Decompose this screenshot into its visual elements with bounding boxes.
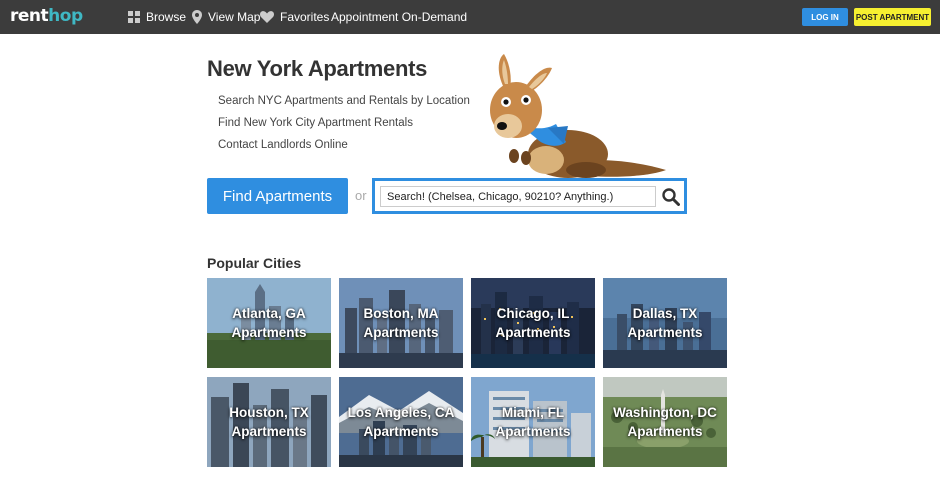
nav-view-map-label: View Map — [208, 10, 261, 24]
popular-cities-title: Popular Cities — [207, 255, 302, 271]
city-apartments-label: Apartments — [627, 325, 703, 340]
city-tile-label: Atlanta, GA Apartments — [207, 278, 331, 368]
city-apartments-label: Apartments — [231, 424, 307, 439]
kangaroo-mascot-illustration — [490, 54, 666, 178]
nav-browse-label: Browse — [146, 10, 187, 24]
city-tile-label: Houston, TX Apartments — [207, 377, 331, 467]
city-tile-label: Dallas, TX Apartments — [603, 278, 727, 368]
city-tile-dallas[interactable]: Dallas, TX Apartments — [603, 278, 727, 368]
city-name: Washington, DC — [613, 405, 717, 420]
city-name: Chicago, IL — [496, 306, 570, 321]
tagline-1: Search NYC Apartments and Rentals by Loc… — [218, 95, 470, 107]
nav-appointment-label: Appointment On-Demand — [331, 10, 468, 24]
city-name: Houston, TX — [229, 405, 309, 420]
page-title: New York Apartments — [207, 56, 428, 81]
city-tile-miami[interactable]: Miami, FL Apartments — [471, 377, 595, 467]
post-apartment-button[interactable]: POST APARTMENT — [854, 8, 931, 26]
tagline-3: Contact Landlords Online — [218, 139, 348, 151]
city-apartments-label: Apartments — [363, 424, 439, 439]
nav-browse[interactable]: Browse — [128, 0, 186, 34]
city-name: Dallas, TX — [632, 306, 698, 321]
city-apartments-label: Apartments — [627, 424, 703, 439]
search-box — [372, 178, 687, 214]
renthop-logo[interactable]: renthop — [10, 6, 83, 26]
city-tile-label: Boston, MA Apartments — [339, 278, 463, 368]
nav-view-map[interactable]: View Map — [192, 0, 260, 34]
logo-text-hop: hop — [48, 6, 83, 26]
city-apartments-label: Apartments — [363, 325, 439, 340]
nav-favorites[interactable]: Favorites — [260, 0, 329, 34]
city-tile-houston[interactable]: Houston, TX Apartments — [207, 377, 331, 467]
city-tile-atlanta[interactable]: Atlanta, GA Apartments — [207, 278, 331, 368]
logo-text-rent: rent — [10, 6, 49, 26]
map-pin-icon — [192, 10, 202, 24]
grid-icon — [128, 11, 140, 23]
city-tile-label: Washington, DC Apartments — [603, 377, 727, 467]
city-name: Boston, MA — [363, 306, 439, 321]
or-separator: or — [355, 188, 367, 203]
nav-favorites-label: Favorites — [280, 10, 330, 24]
city-tile-label: Chicago, IL Apartments — [471, 278, 595, 368]
tagline-2: Find New York City Apartment Rentals — [218, 117, 413, 129]
find-apartments-button[interactable]: Find Apartments — [207, 178, 348, 214]
city-name: Los Angeles, CA — [347, 405, 455, 420]
search-icon[interactable] — [660, 186, 682, 208]
city-tile-label: Los Angeles, CA Apartments — [339, 377, 463, 467]
heart-icon — [260, 11, 274, 23]
city-name: Atlanta, GA — [232, 306, 306, 321]
city-name: Miami, FL — [501, 405, 565, 420]
search-input[interactable] — [380, 186, 656, 207]
login-button[interactable]: LOG IN — [802, 8, 848, 26]
city-tile-los-angeles[interactable]: Los Angeles, CA Apartments — [339, 377, 463, 467]
city-tile-chicago[interactable]: Chicago, IL Apartments — [471, 278, 595, 368]
city-apartments-label: Apartments — [231, 325, 307, 340]
top-nav-bar: renthop Browse View Map Favorites Appoin… — [0, 0, 940, 34]
city-apartments-label: Apartments — [495, 325, 571, 340]
city-tile-label: Miami, FL Apartments — [471, 377, 595, 467]
city-apartments-label: Apartments — [495, 424, 571, 439]
nav-appointment-on-demand[interactable]: Appointment On-Demand — [331, 0, 467, 34]
city-tile-washington[interactable]: Washington, DC Apartments — [603, 377, 727, 467]
city-tile-boston[interactable]: Boston, MA Apartments — [339, 278, 463, 368]
